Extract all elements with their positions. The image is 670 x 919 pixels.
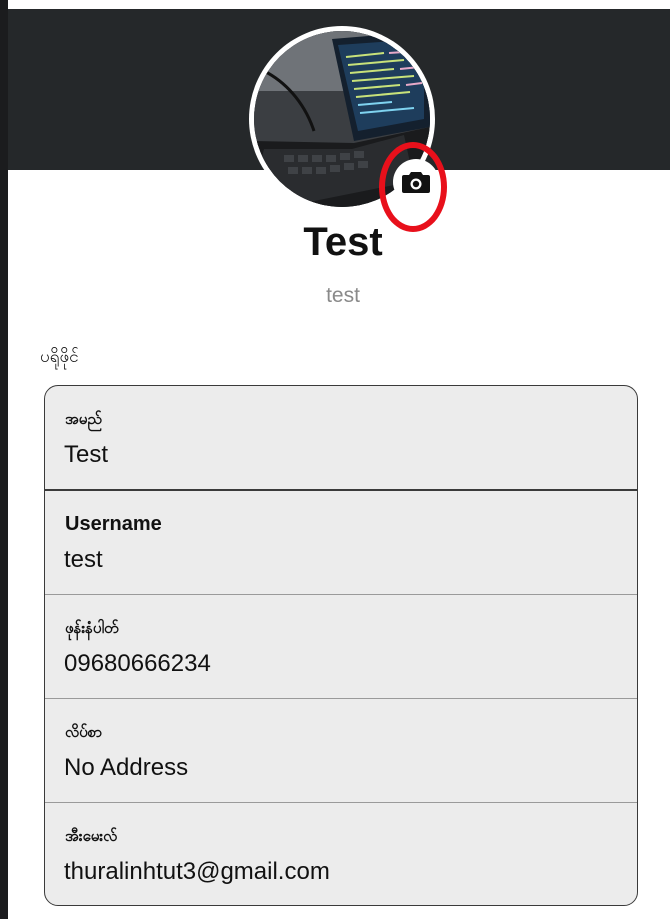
field-value: thuralinhtut3@gmail.com [64, 858, 330, 885]
field-row-email[interactable]: အီးမေးလ် thuralinhtut3@gmail.com [45, 803, 637, 905]
field-label: အမည် [65, 410, 102, 428]
field-label: အီးမေးလ် [65, 827, 118, 845]
field-value: 09680666234 [64, 650, 211, 677]
field-row-phone[interactable]: ဖုန်းနံပါတ် 09680666234 [45, 595, 637, 699]
profile-screen: Test test ပရိုဖိုင် အမည် Test Username t… [0, 0, 670, 919]
top-edge [0, 0, 670, 9]
highlight-annotation [379, 142, 447, 232]
section-title: ပရိုဖိုင် [40, 347, 79, 367]
field-value: Test [64, 441, 109, 468]
field-value: No Address [64, 754, 189, 781]
profile-display-name: Test [303, 220, 383, 264]
profile-info-card: အမည် Test Username test ဖုန်းနံပါတ် 0968… [44, 385, 638, 906]
profile-username: test [326, 284, 360, 307]
field-row-username[interactable]: Username test [45, 491, 637, 595]
left-edge [0, 0, 8, 919]
field-row-name[interactable]: အမည် Test [45, 386, 637, 491]
field-row-address[interactable]: လိပ်စာ No Address [45, 699, 637, 803]
field-label: လိပ်စာ [65, 723, 103, 741]
field-value: test [64, 546, 103, 573]
field-label: ဖုန်းနံပါတ် [65, 619, 119, 637]
field-label: Username [65, 513, 162, 535]
